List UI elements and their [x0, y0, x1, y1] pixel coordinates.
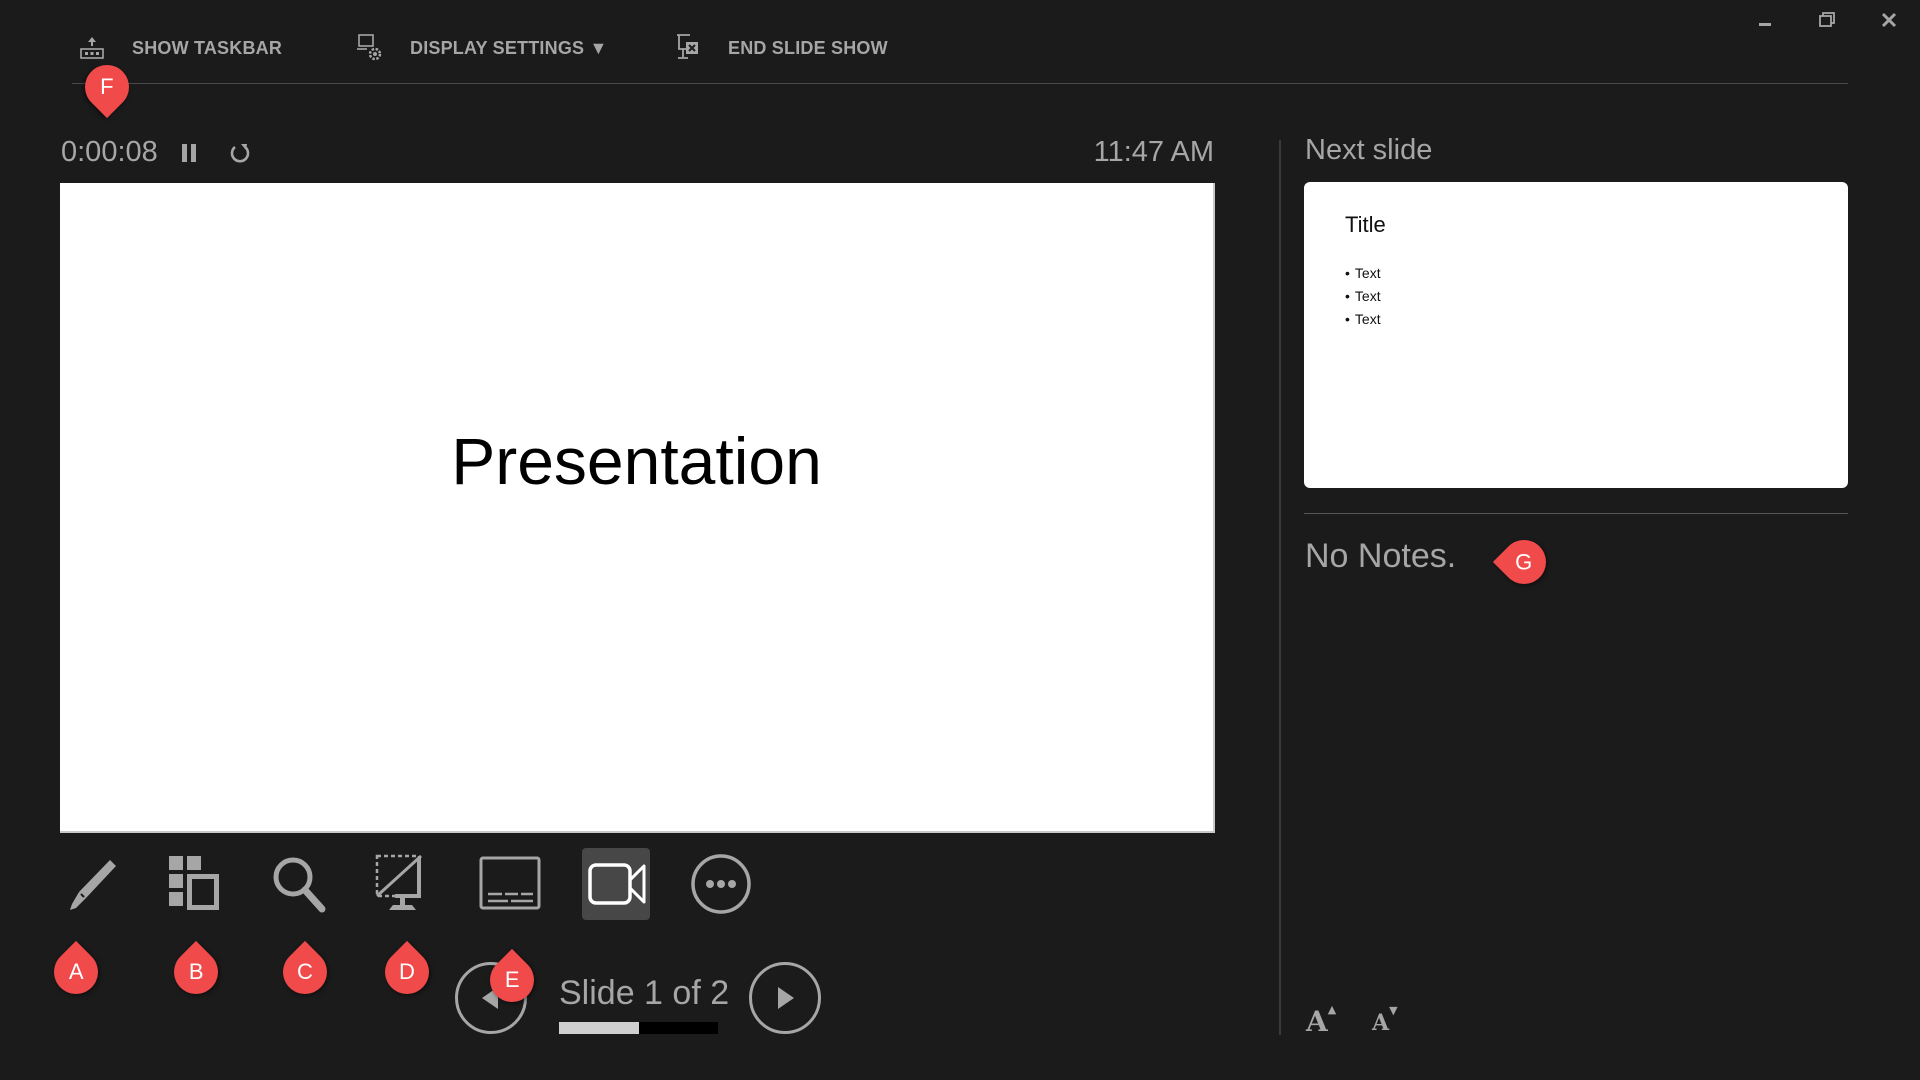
display-settings-label: DISPLAY SETTINGS ▼: [410, 37, 608, 58]
screen-off-icon: [375, 854, 423, 910]
zoom-slide-button[interactable]: [266, 848, 334, 920]
increase-font-button[interactable]: A▲: [1306, 1003, 1337, 1038]
slide-title: Presentation: [451, 424, 822, 498]
restart-icon: [230, 144, 250, 163]
increase-font-icon: A: [1306, 1005, 1328, 1038]
more-options-button[interactable]: [687, 848, 755, 920]
pen-tool-button[interactable]: [58, 848, 126, 920]
camera-toggle-button[interactable]: [582, 848, 650, 920]
close-icon: [1881, 12, 1897, 28]
end-slide-show-icon: [672, 32, 704, 64]
subtitles-icon: [479, 856, 541, 910]
next-slide-bullets: Text Text Text: [1345, 262, 1381, 331]
end-slide-show-label: END SLIDE SHOW: [728, 37, 888, 58]
notes-divider: [1304, 513, 1848, 514]
decrease-font-icon: A: [1372, 1010, 1390, 1036]
slide-counter: Slide 1 of 2: [559, 974, 730, 1012]
speaker-notes[interactable]: No Notes.: [1305, 537, 1456, 576]
increase-arrow-icon: ▲: [1327, 1003, 1337, 1016]
slides-grid-icon: [169, 856, 219, 910]
next-icon: [778, 987, 794, 1009]
next-slide-bullet: Text: [1345, 285, 1381, 308]
minimize-icon: [1759, 23, 1771, 26]
next-slide-bullet: Text: [1345, 308, 1381, 331]
camera-icon: [588, 863, 646, 905]
ellipsis-icon: [691, 854, 751, 914]
decrease-font-button[interactable]: A▼: [1372, 1004, 1398, 1036]
next-slide-preview[interactable]: Title Text Text Text: [1304, 182, 1848, 488]
annotation-marker-b: B: [164, 940, 228, 1004]
close-button[interactable]: [1866, 4, 1912, 36]
pause-timer-button[interactable]: [175, 138, 203, 168]
restart-timer-button[interactable]: [225, 138, 255, 168]
display-settings-icon: [354, 32, 386, 64]
toolbar-divider: [72, 83, 1848, 84]
pen-icon: [70, 860, 116, 910]
annotation-marker-d: D: [375, 940, 439, 1004]
annotation-marker-g: G: [1492, 530, 1556, 594]
taskbar-icon: [76, 32, 108, 64]
clock: 11:47 AM: [1093, 136, 1214, 168]
subtitles-button[interactable]: [476, 848, 544, 920]
end-slide-show-button[interactable]: END SLIDE SHOW: [672, 30, 888, 66]
black-screen-button[interactable]: [371, 848, 439, 920]
annotation-marker-c: C: [273, 940, 337, 1004]
pane-divider[interactable]: [1279, 140, 1281, 1035]
show-taskbar-button[interactable]: SHOW TASKBAR: [76, 30, 282, 66]
elapsed-timer: 0:00:08: [61, 136, 158, 168]
show-taskbar-label: SHOW TASKBAR: [132, 37, 283, 58]
restore-button[interactable]: [1804, 4, 1850, 36]
next-slide-button[interactable]: [749, 962, 821, 1034]
annotation-marker-a: A: [44, 940, 108, 1004]
restore-icon: [1819, 12, 1835, 27]
next-slide-label: Next slide: [1305, 134, 1433, 166]
current-slide[interactable]: Presentation: [60, 183, 1215, 833]
next-slide-title: Title: [1345, 212, 1386, 237]
slide-progress-bar: [559, 1022, 718, 1034]
pause-icon: [182, 144, 196, 162]
slide-progress-fill: [559, 1022, 639, 1034]
magnifier-icon: [273, 857, 326, 913]
see-all-slides-button[interactable]: [161, 848, 229, 920]
minimize-button[interactable]: [1742, 4, 1788, 36]
display-settings-button[interactable]: DISPLAY SETTINGS ▼: [354, 30, 607, 66]
next-slide-bullet: Text: [1345, 262, 1381, 285]
decrease-arrow-icon: ▼: [1389, 1004, 1398, 1017]
